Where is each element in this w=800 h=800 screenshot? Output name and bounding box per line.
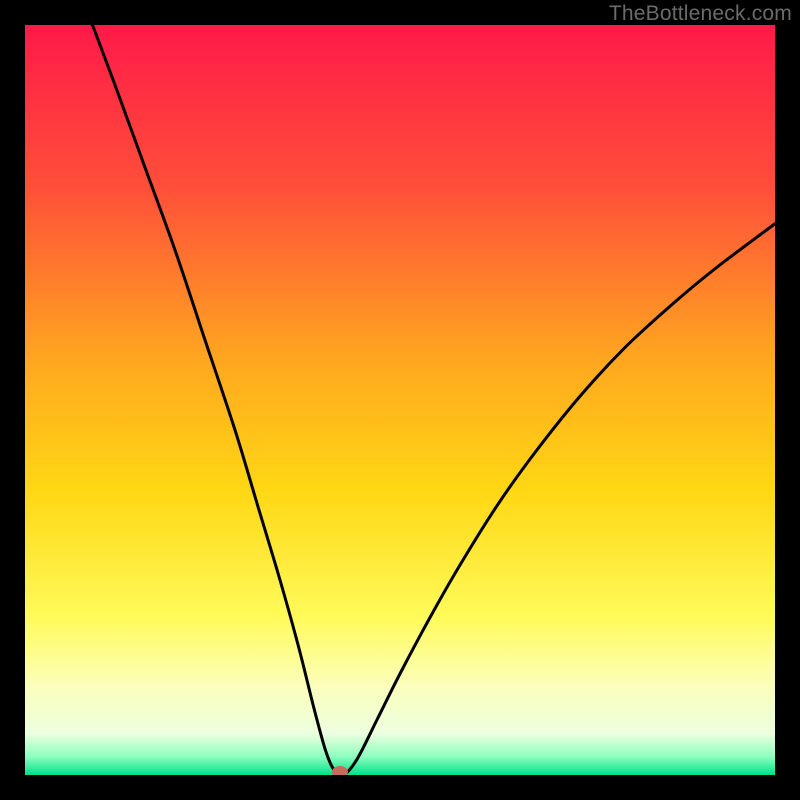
chart-canvas xyxy=(25,25,775,775)
chart-frame: TheBottleneck.com xyxy=(0,0,800,800)
gradient-background xyxy=(25,25,775,775)
plot-area xyxy=(25,25,775,775)
watermark-label: TheBottleneck.com xyxy=(609,2,792,26)
